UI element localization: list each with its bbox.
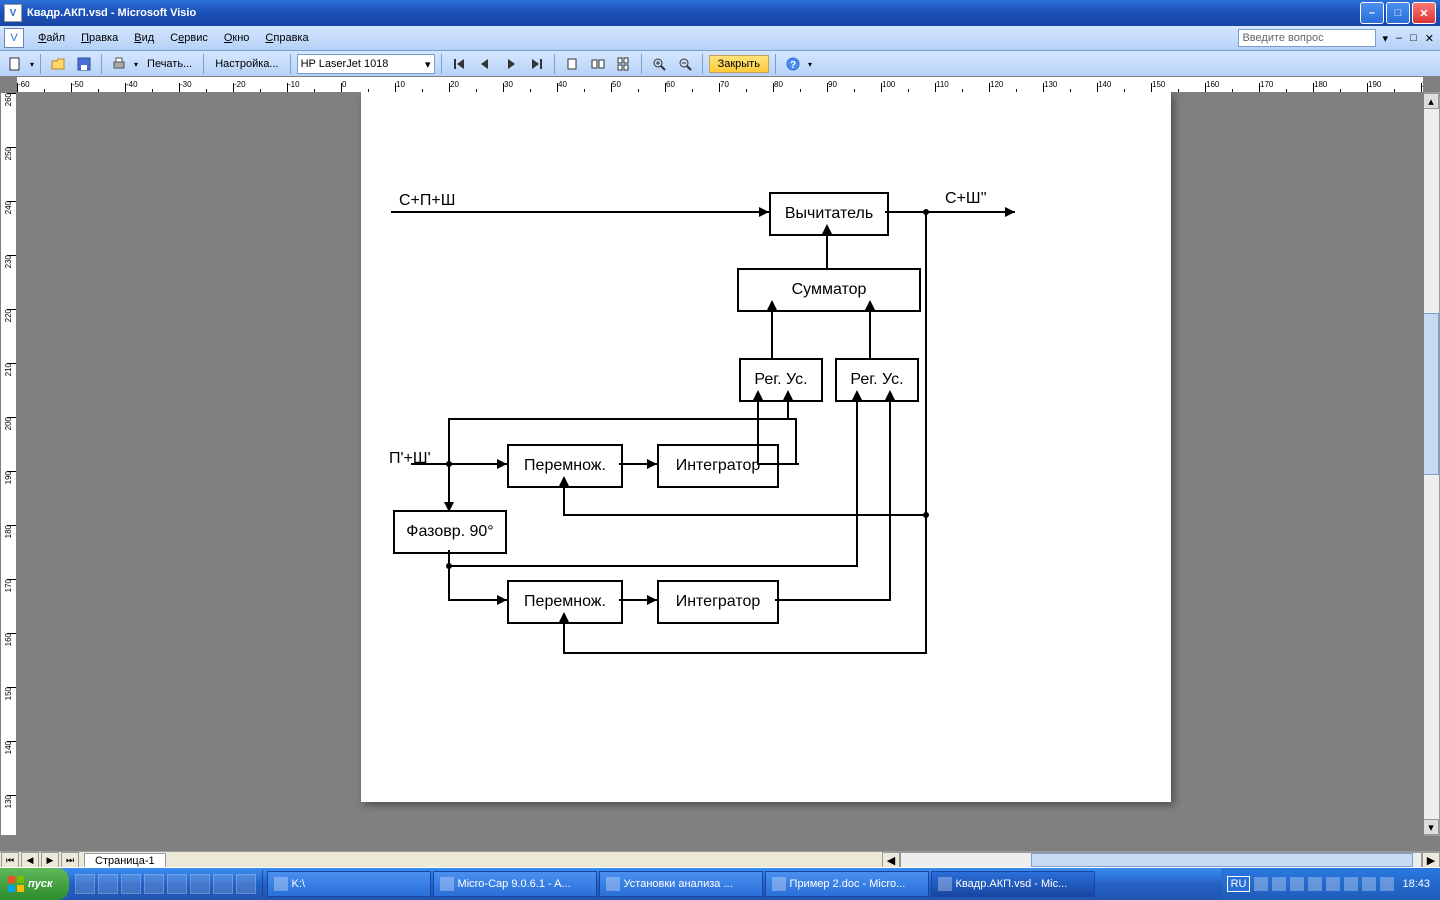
taskbar: пуск K:\ Micro-Cap 9.0.6.1 - A... Устано… xyxy=(0,868,1440,900)
ql-icon-8[interactable] xyxy=(236,874,256,894)
canvas-area[interactable]: С+П+Ш С+Ш'' П'+Ш' Вычитатель Сумматор Ре… xyxy=(16,92,1424,836)
last-page-icon[interactable] xyxy=(526,53,548,75)
setup-label-button[interactable]: Настройка... xyxy=(210,55,283,73)
drawing-page[interactable]: С+П+Ш С+Ш'' П'+Ш' Вычитатель Сумматор Ре… xyxy=(361,92,1171,802)
doc-close[interactable]: ✕ xyxy=(1423,32,1436,45)
word-icon xyxy=(772,877,786,891)
vertical-scrollbar[interactable]: ▴ ▾ xyxy=(1422,92,1440,836)
ql-icon-2[interactable] xyxy=(98,874,118,894)
ql-icon-3[interactable] xyxy=(121,874,141,894)
next-page-icon[interactable] xyxy=(500,53,522,75)
hscroll-right[interactable]: ▶ xyxy=(1422,852,1440,868)
menu-help[interactable]: Справка xyxy=(257,30,316,46)
new-doc-icon[interactable] xyxy=(4,53,26,75)
two-page-icon[interactable] xyxy=(587,53,609,75)
task-microcap[interactable]: Micro-Cap 9.0.6.1 - A... xyxy=(433,871,597,897)
prev-page-icon[interactable] xyxy=(474,53,496,75)
tab-nav-last[interactable]: ⏭ xyxy=(61,852,79,868)
tray-icon-6[interactable] xyxy=(1344,877,1358,891)
doc-icon xyxy=(606,877,620,891)
close-preview-button[interactable]: Закрыть xyxy=(709,55,769,73)
tab-nav-next[interactable]: ▶ xyxy=(41,852,59,868)
microcap-icon xyxy=(440,877,454,891)
print-dropdown-icon[interactable]: ▾ xyxy=(134,60,138,69)
integrator-block-1[interactable]: Интегратор xyxy=(657,444,779,488)
new-dropdown-icon[interactable]: ▾ xyxy=(30,60,34,69)
page-tabs-bar: ⏮ ◀ ▶ ⏭ Страница-1 ◀ ▶ xyxy=(0,851,1440,868)
windows-logo-icon xyxy=(8,876,24,892)
ql-icon-1[interactable] xyxy=(75,874,95,894)
menu-file[interactable]: Файл xyxy=(30,30,73,46)
task-primer[interactable]: Пример 2.doc - Micro... xyxy=(765,871,929,897)
tray-icon-4[interactable] xyxy=(1308,877,1322,891)
print-icon[interactable] xyxy=(108,53,130,75)
ask-question-input[interactable] xyxy=(1238,29,1376,47)
zoom-in-icon[interactable] xyxy=(648,53,670,75)
task-buttons: K:\ Micro-Cap 9.0.6.1 - A... Установки а… xyxy=(263,871,1221,897)
print-label-button[interactable]: Печать... xyxy=(142,55,197,73)
regamp-block-1[interactable]: Рег. Ус. xyxy=(739,358,823,402)
ask-dropdown-icon[interactable]: ▾ xyxy=(1380,32,1390,45)
clock[interactable]: 18:43 xyxy=(1398,878,1434,890)
system-tray: RU 18:43 xyxy=(1221,868,1440,900)
tab-nav-prev[interactable]: ◀ xyxy=(21,852,39,868)
summator-block[interactable]: Сумматор xyxy=(737,268,921,312)
tray-icon-3[interactable] xyxy=(1290,877,1304,891)
visio-icon xyxy=(938,877,952,891)
page-tab-1[interactable]: Страница-1 xyxy=(84,853,166,868)
open-icon[interactable] xyxy=(47,53,69,75)
start-button[interactable]: пуск xyxy=(0,868,69,900)
task-ustanov[interactable]: Установки анализа ... xyxy=(599,871,763,897)
ql-icon-6[interactable] xyxy=(190,874,210,894)
integrator-block-2[interactable]: Интегратор xyxy=(657,580,779,624)
close-button[interactable]: ✕ xyxy=(1412,2,1436,24)
hscroll-left[interactable]: ◀ xyxy=(882,852,900,868)
tray-icon-2[interactable] xyxy=(1272,877,1286,891)
menu-tools[interactable]: Сервис xyxy=(162,30,216,46)
task-kvadr[interactable]: Квадр.АКП.vsd - Mic... xyxy=(931,871,1095,897)
language-indicator[interactable]: RU xyxy=(1227,876,1251,892)
single-page-icon[interactable] xyxy=(561,53,583,75)
minimize-button[interactable]: – xyxy=(1360,2,1384,24)
visio-app-icon: V xyxy=(4,4,22,22)
doc-restore[interactable]: □ xyxy=(1408,32,1419,44)
workspace: -60-50-40-30-20-100102030405060708090100… xyxy=(0,76,1440,852)
phase-block[interactable]: Фазовр. 90° xyxy=(393,510,507,554)
quick-launch xyxy=(69,870,263,898)
hscroll-track[interactable] xyxy=(900,852,1422,868)
zoom-out-icon[interactable] xyxy=(674,53,696,75)
ql-icon-5[interactable] xyxy=(167,874,187,894)
input-label-2: П'+Ш' xyxy=(389,450,431,468)
first-page-icon[interactable] xyxy=(448,53,470,75)
printer-select[interactable]: HP LaserJet 1018▾ xyxy=(297,54,435,74)
tray-icon-8[interactable] xyxy=(1380,877,1394,891)
folder-icon xyxy=(274,877,288,891)
menu-view[interactable]: Вид xyxy=(126,30,162,46)
menu-edit[interactable]: Правка xyxy=(73,30,126,46)
toolbar-options-icon[interactable]: ▾ xyxy=(808,60,812,69)
maximize-button[interactable]: □ xyxy=(1386,2,1410,24)
menu-window[interactable]: Окно xyxy=(216,30,258,46)
svg-text:?: ? xyxy=(790,60,796,71)
hscroll-thumb[interactable] xyxy=(1031,853,1413,867)
regamp-block-2[interactable]: Рег. Ус. xyxy=(835,358,919,402)
toolbar: ▾ ▾ Печать... Настройка... HP LaserJet 1… xyxy=(0,51,1440,78)
task-k[interactable]: K:\ xyxy=(267,871,431,897)
tray-icon-7[interactable] xyxy=(1362,877,1376,891)
menubar: V Файл Правка Вид Сервис Окно Справка ▾ … xyxy=(0,26,1440,51)
titlebar: V Квадр.АКП.vsd - Microsoft Visio – □ ✕ xyxy=(0,0,1440,26)
ql-icon-7[interactable] xyxy=(213,874,233,894)
save-icon[interactable] xyxy=(73,53,95,75)
doc-minimize[interactable]: – xyxy=(1394,32,1404,44)
help-icon[interactable]: ? xyxy=(782,53,804,75)
system-menu-icon[interactable]: V xyxy=(4,28,24,48)
window-title: Квадр.АКП.vsd - Microsoft Visio xyxy=(27,7,196,19)
tray-icon-1[interactable] xyxy=(1254,877,1268,891)
multi-page-icon[interactable] xyxy=(613,53,635,75)
tab-nav-first[interactable]: ⏮ xyxy=(1,852,19,868)
ql-icon-4[interactable] xyxy=(144,874,164,894)
output-label: С+Ш'' xyxy=(945,190,987,208)
tray-icon-5[interactable] xyxy=(1326,877,1340,891)
input-label-1: С+П+Ш xyxy=(399,192,455,210)
